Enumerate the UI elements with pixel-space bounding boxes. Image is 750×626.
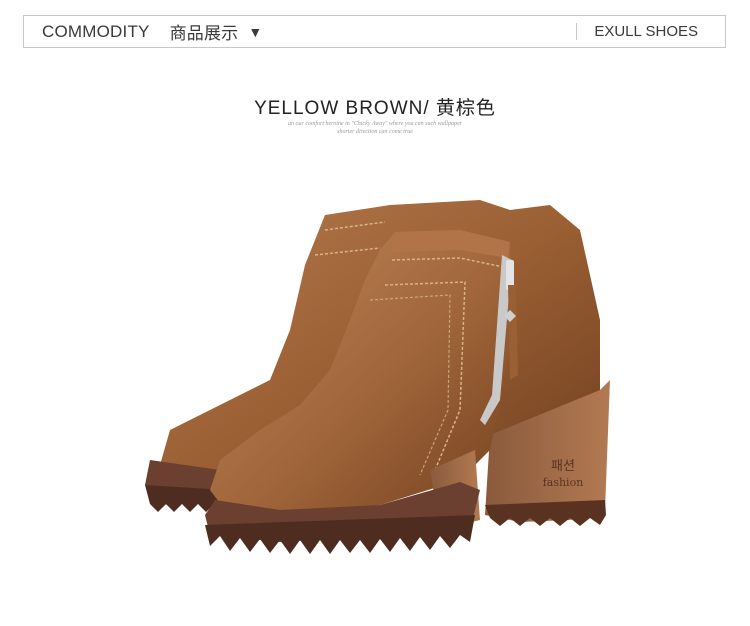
commodity-menu[interactable]: COMMODITY 商品展示 ▼: [42, 16, 262, 47]
brand-link[interactable]: EXULL SHOES: [594, 16, 698, 47]
product-display-label: 商品展示: [169, 24, 239, 43]
sole-emboss-korean: 패션: [551, 459, 575, 474]
fine-print-line-1: an our comfort heroine in "Chicky Away" …: [288, 121, 462, 127]
fine-print-line-2: shorter direction can come true: [337, 129, 413, 135]
color-title: YELLOW BROWN/ 黄棕色: [254, 98, 496, 119]
commodity-label: COMMODITY: [42, 21, 150, 41]
header-divider: [576, 23, 577, 40]
sole-emboss-fashion: fashion: [543, 476, 584, 489]
brand-label: EXULL SHOES: [594, 23, 698, 40]
dropdown-arrow-icon[interactable]: ▼: [248, 24, 262, 40]
product-image-boots: 패션 fashion: [145, 200, 610, 554]
top-bar: COMMODITY 商品展示 ▼ EXULL SHOES: [23, 15, 726, 48]
